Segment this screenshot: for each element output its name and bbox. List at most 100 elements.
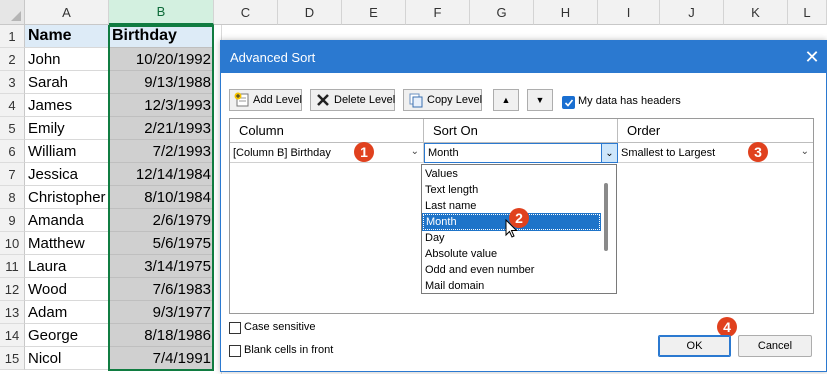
delete-x-icon bbox=[315, 92, 331, 108]
name-cell[interactable]: Nicol bbox=[25, 347, 109, 370]
column-header-b[interactable]: B bbox=[109, 0, 214, 25]
sort-on-option[interactable]: Values bbox=[423, 166, 600, 182]
order-select[interactable]: Smallest to Largest ⌄ bbox=[618, 143, 813, 163]
sort-on-option[interactable]: Absolute value bbox=[423, 246, 600, 262]
column-header-l[interactable]: L bbox=[788, 0, 827, 25]
name-cell[interactable]: James bbox=[25, 94, 109, 117]
dialog-titlebar[interactable]: Advanced Sort ✕ bbox=[221, 41, 826, 73]
birthday-cell[interactable]: 7/6/1983 bbox=[109, 278, 214, 301]
arrow-up-icon: ▲ bbox=[501, 95, 511, 105]
name-cell[interactable]: Wood bbox=[25, 278, 109, 301]
sort-on-select[interactable]: Month ⌄ bbox=[424, 143, 618, 163]
birthday-cell[interactable]: 10/20/1992 bbox=[109, 48, 214, 71]
column-header-k[interactable]: K bbox=[724, 0, 788, 25]
name-cell[interactable]: Emily bbox=[25, 117, 109, 140]
birthday-cell[interactable]: 9/13/1988 bbox=[109, 71, 214, 94]
column-header-c[interactable]: C bbox=[214, 0, 278, 25]
column-header-g[interactable]: G bbox=[470, 0, 534, 25]
step-badge-3: 3 bbox=[748, 142, 768, 162]
name-cell[interactable]: Matthew bbox=[25, 232, 109, 255]
column-header-h[interactable]: H bbox=[534, 0, 598, 25]
column-header-i[interactable]: I bbox=[598, 0, 660, 25]
name-cell[interactable]: George bbox=[25, 324, 109, 347]
dropdown-scrollbar[interactable] bbox=[604, 183, 608, 251]
sort-on-dropdown-list: Values Text length Last name Month Day Absolu… bbox=[421, 164, 617, 294]
row-header[interactable]: 13 bbox=[0, 301, 25, 324]
add-level-icon bbox=[234, 92, 250, 108]
birthday-cell[interactable]: 5/6/1975 bbox=[109, 232, 214, 255]
row-header[interactable]: 8 bbox=[0, 186, 25, 209]
sort-on-option[interactable]: Text length bbox=[423, 182, 600, 198]
move-down-button[interactable]: ▼ bbox=[527, 89, 553, 111]
name-cell[interactable]: Jessica bbox=[25, 163, 109, 186]
row-header[interactable]: 4 bbox=[0, 94, 25, 117]
close-button[interactable]: ✕ bbox=[798, 41, 826, 73]
sort-on-dropdown-button[interactable]: ⌄ bbox=[601, 144, 617, 162]
birthday-cell[interactable]: 2/21/1993 bbox=[109, 117, 214, 140]
birthday-cell[interactable]: 8/10/1984 bbox=[109, 186, 214, 209]
row-header[interactable]: 1 bbox=[0, 25, 25, 48]
row-header[interactable]: 11 bbox=[0, 255, 25, 278]
birthday-cell[interactable]: 7/2/1993 bbox=[109, 140, 214, 163]
sort-on-option[interactable]: Mail domain bbox=[423, 278, 600, 294]
name-header-cell[interactable]: Name bbox=[25, 25, 109, 48]
row-header[interactable]: 14 bbox=[0, 324, 25, 347]
blank-cells-checkbox[interactable] bbox=[229, 345, 241, 357]
name-cell[interactable]: Christopher bbox=[25, 186, 109, 209]
birthday-cell[interactable]: 12/3/1993 bbox=[109, 94, 214, 117]
name-cell[interactable]: Sarah bbox=[25, 71, 109, 94]
add-level-label: Add Level bbox=[253, 94, 302, 106]
advanced-sort-dialog: Advanced Sort ✕ Add Level Delete Level C… bbox=[220, 40, 827, 372]
name-cell[interactable]: Amanda bbox=[25, 209, 109, 232]
arrow-down-icon: ▼ bbox=[535, 95, 545, 105]
birthday-cell[interactable]: 8/18/1986 bbox=[109, 324, 214, 347]
sort-on-select-value: Month bbox=[428, 147, 459, 159]
row-header[interactable]: 9 bbox=[0, 209, 25, 232]
name-cell[interactable]: William bbox=[25, 140, 109, 163]
row-header[interactable]: 10 bbox=[0, 232, 25, 255]
dialog-title: Advanced Sort bbox=[230, 49, 316, 65]
select-all-corner[interactable] bbox=[0, 0, 25, 25]
column-header-a[interactable]: A bbox=[25, 0, 109, 25]
name-cell[interactable]: Adam bbox=[25, 301, 109, 324]
step-badge-4: 4 bbox=[717, 317, 737, 337]
step-badge-1: 1 bbox=[354, 142, 374, 162]
ok-button[interactable]: OK bbox=[658, 335, 731, 357]
delete-level-label: Delete Level bbox=[334, 94, 396, 106]
column-header-f[interactable]: F bbox=[406, 0, 470, 25]
delete-level-button[interactable]: Delete Level bbox=[310, 89, 395, 111]
column-select[interactable]: [Column B] Birthday ⌄ bbox=[230, 143, 424, 163]
row-header[interactable]: 3 bbox=[0, 71, 25, 94]
sort-on-col-header: Sort On bbox=[424, 119, 618, 143]
row-header[interactable]: 15 bbox=[0, 347, 25, 370]
copy-level-label: Copy Level bbox=[427, 94, 483, 106]
column-header-e[interactable]: E bbox=[342, 0, 406, 25]
row-header[interactable]: 2 bbox=[0, 48, 25, 71]
chevron-down-icon: ⌄ bbox=[410, 146, 419, 157]
birthday-cell[interactable]: 3/14/1975 bbox=[109, 255, 214, 278]
case-sensitive-checkbox[interactable] bbox=[229, 322, 241, 334]
blank-cells-label: Blank cells in front bbox=[244, 344, 334, 356]
case-sensitive-label: Case sensitive bbox=[244, 321, 316, 333]
row-header[interactable]: 12 bbox=[0, 278, 25, 301]
copy-level-button[interactable]: Copy Level bbox=[403, 89, 482, 111]
birthday-cell[interactable]: 7/4/1991 bbox=[109, 347, 214, 370]
sort-on-option[interactable]: Odd and even number bbox=[423, 262, 600, 278]
checkmark-icon bbox=[564, 98, 573, 107]
row-header[interactable]: 7 bbox=[0, 163, 25, 186]
my-data-has-headers-checkbox[interactable] bbox=[562, 96, 575, 109]
row-header[interactable]: 6 bbox=[0, 140, 25, 163]
birthday-cell[interactable]: 12/14/1984 bbox=[109, 163, 214, 186]
add-level-button[interactable]: Add Level bbox=[229, 89, 302, 111]
column-header-d[interactable]: D bbox=[278, 0, 342, 25]
birthday-cell[interactable]: 9/3/1977 bbox=[109, 301, 214, 324]
name-cell[interactable]: John bbox=[25, 48, 109, 71]
birthday-cell[interactable]: 2/6/1979 bbox=[109, 209, 214, 232]
select-all-triangle bbox=[11, 11, 21, 21]
cancel-button[interactable]: Cancel bbox=[738, 335, 812, 357]
move-up-button[interactable]: ▲ bbox=[493, 89, 519, 111]
column-header-j[interactable]: J bbox=[660, 0, 724, 25]
birthday-header-cell[interactable]: Birthday bbox=[109, 25, 214, 48]
row-header[interactable]: 5 bbox=[0, 117, 25, 140]
name-cell[interactable]: Laura bbox=[25, 255, 109, 278]
